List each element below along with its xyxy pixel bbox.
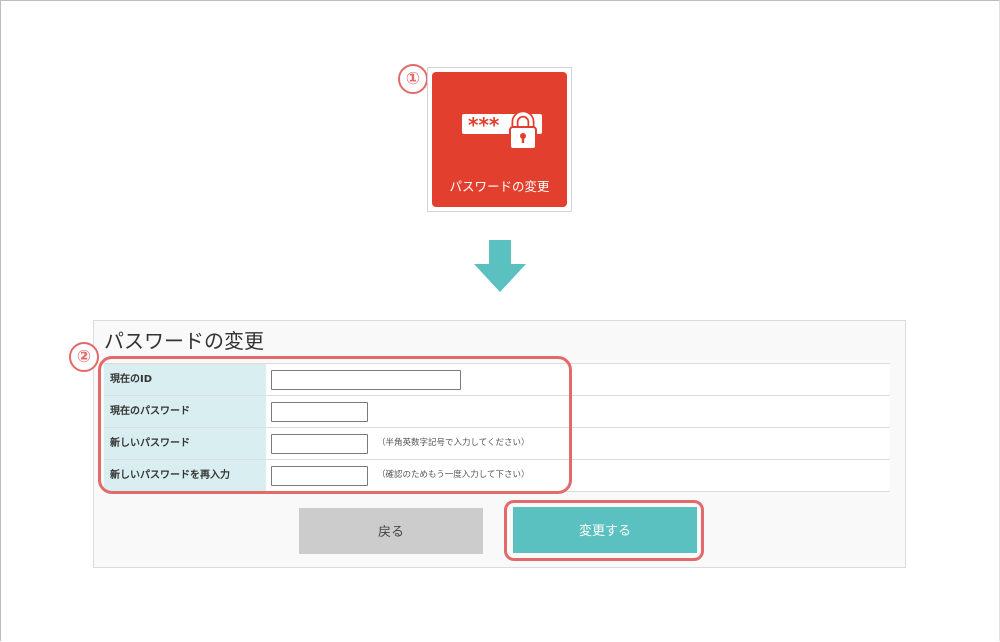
password-lock-icon: *** xyxy=(462,110,542,150)
password-change-tile[interactable]: *** パスワードの変更 xyxy=(432,72,567,207)
back-button[interactable]: 戻る xyxy=(299,508,483,554)
password-change-tile-frame: *** パスワードの変更 xyxy=(427,67,572,212)
password-stars: *** xyxy=(468,113,500,137)
change-submit-button[interactable]: 変更する xyxy=(513,507,697,553)
step-number-1: ① xyxy=(398,64,428,94)
form-highlight-box xyxy=(98,356,572,494)
page-title: パスワードの変更 xyxy=(104,329,264,353)
tile-label: パスワードの変更 xyxy=(449,179,550,194)
arrow-down-icon xyxy=(474,240,526,292)
step-number-2: ② xyxy=(69,342,99,372)
